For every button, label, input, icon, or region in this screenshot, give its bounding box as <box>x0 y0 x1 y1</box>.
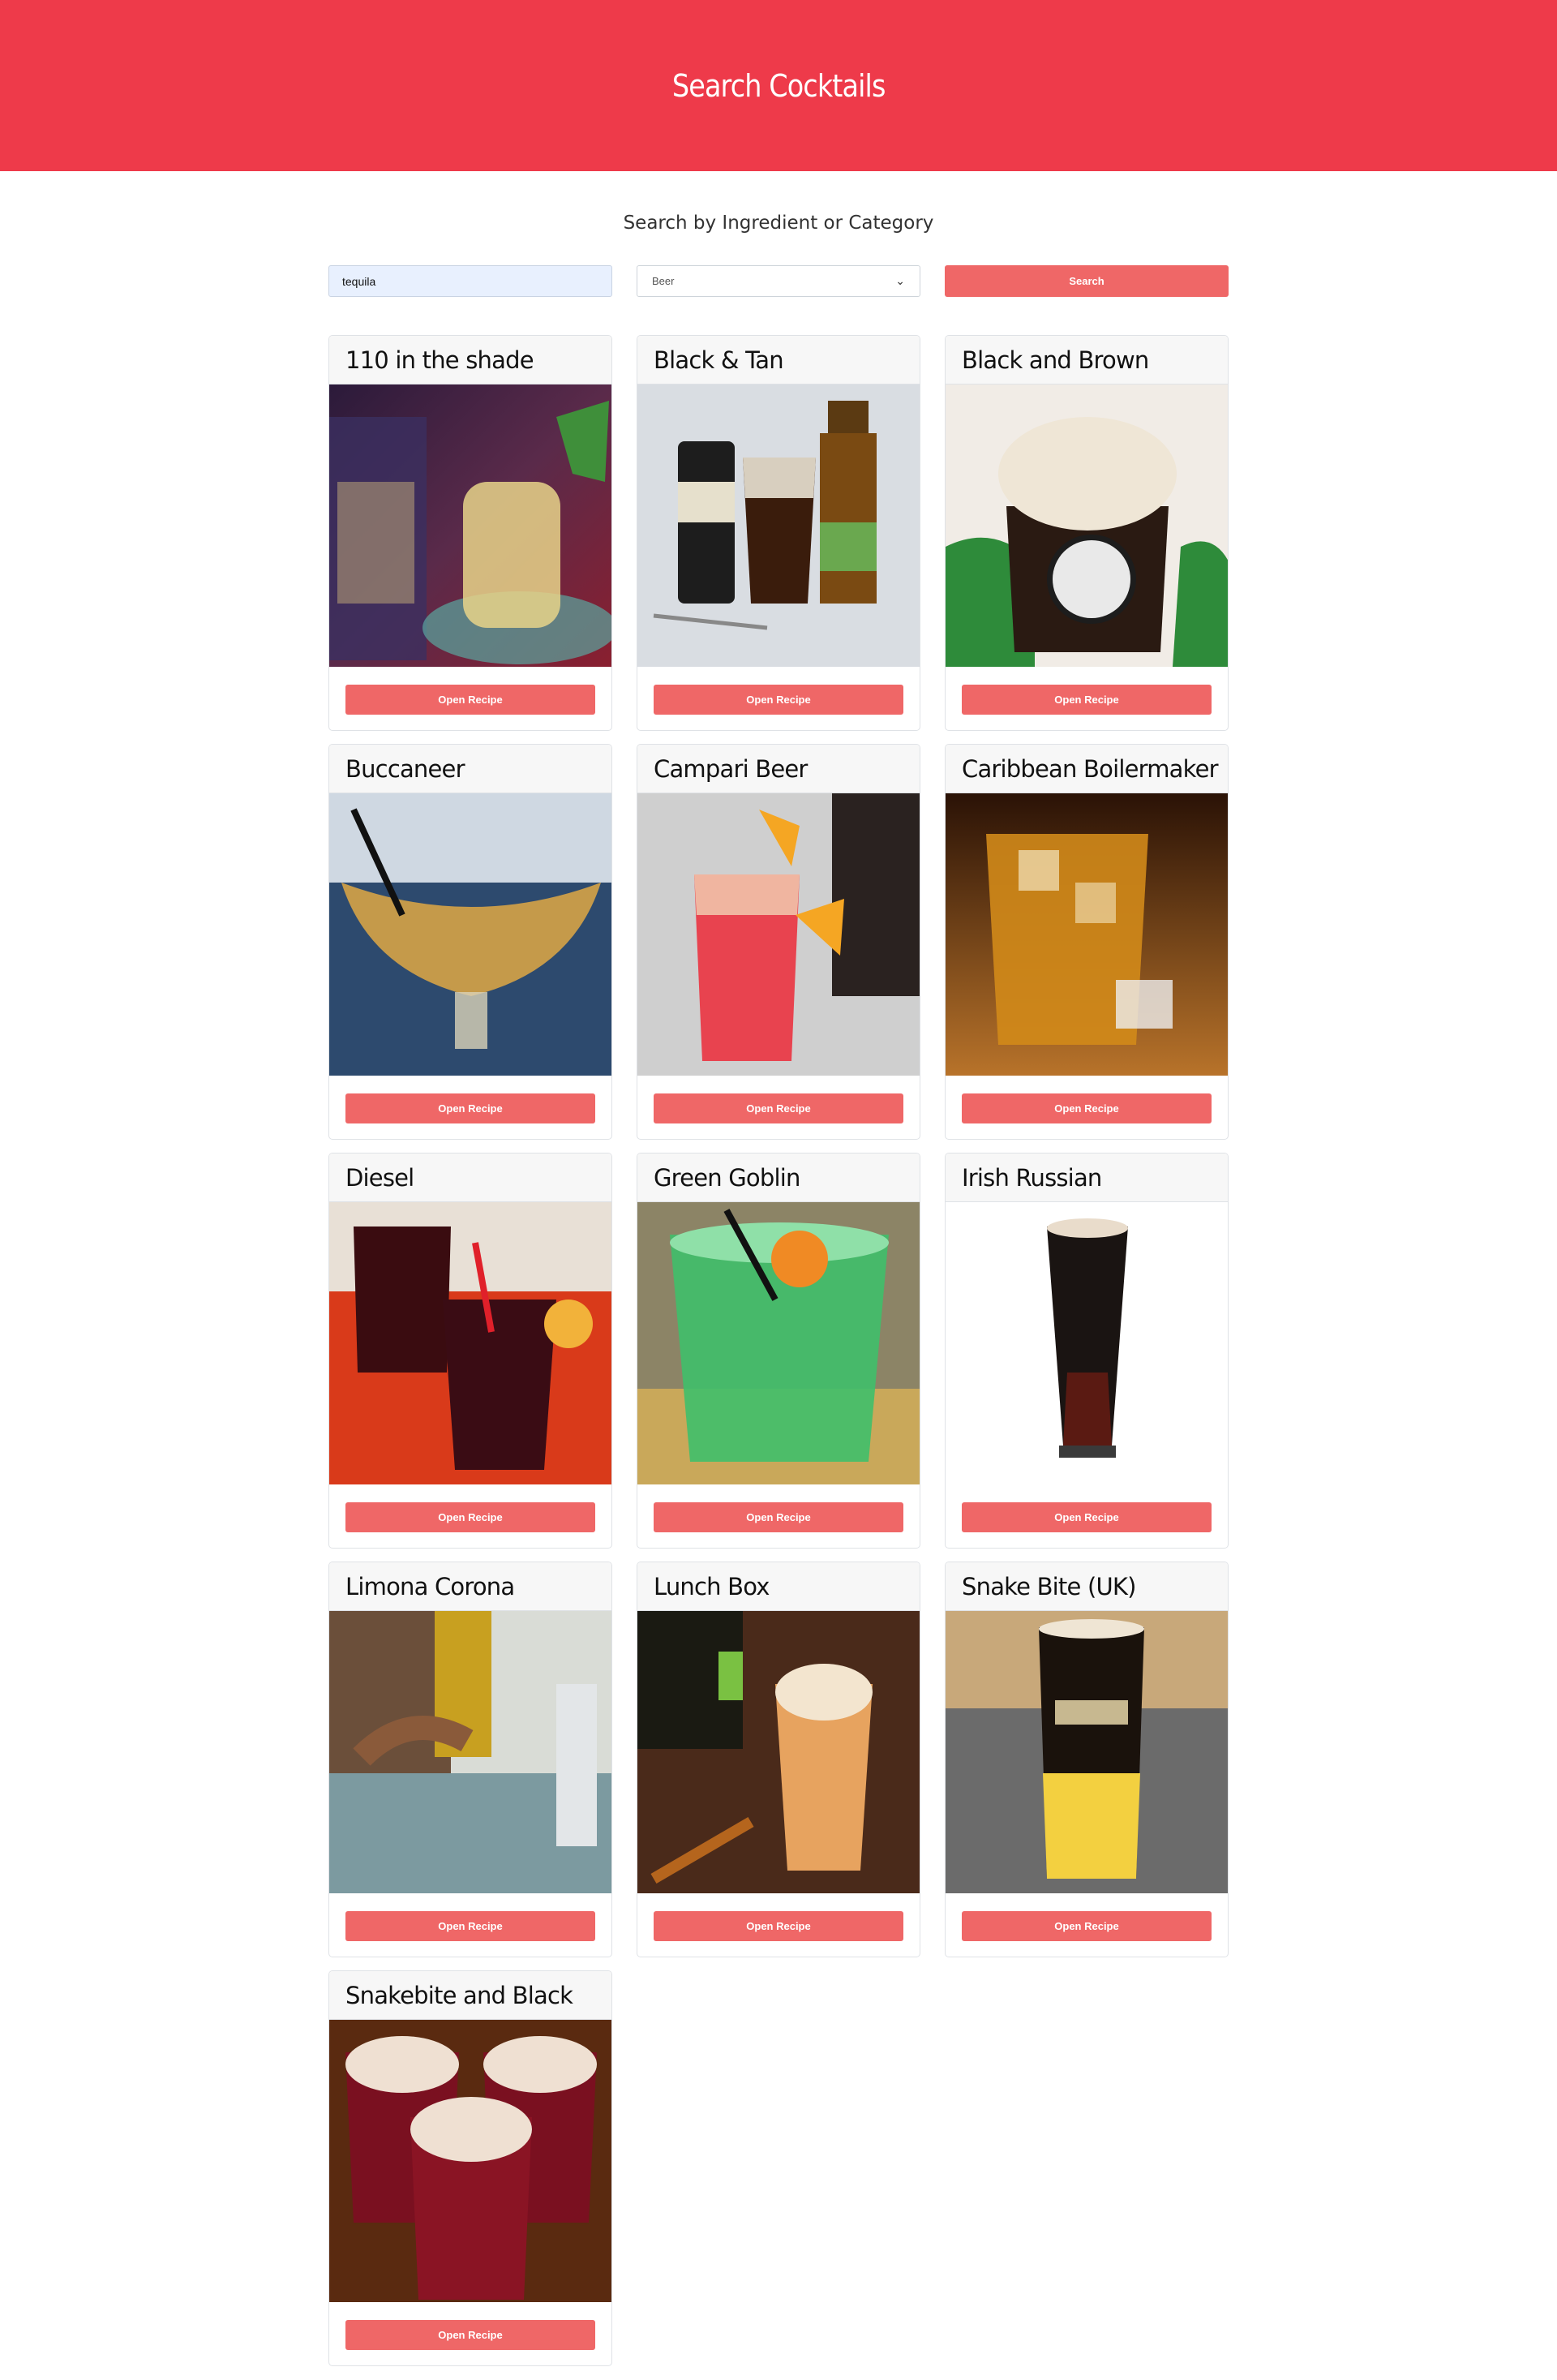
search-bar: Beer ⌄ Search <box>328 265 1229 298</box>
cocktail-image <box>329 1202 611 1484</box>
cocktail-image <box>637 793 920 1076</box>
card-title: Irish Russian <box>946 1153 1228 1202</box>
search-button[interactable]: Search <box>945 265 1229 297</box>
open-recipe-button[interactable]: Open Recipe <box>654 1502 903 1532</box>
page-header: Search Cocktails <box>0 0 1557 171</box>
category-select-value: Beer <box>652 275 675 287</box>
cocktail-card: Caribbean Boilermaker Open Recipe <box>945 744 1229 1140</box>
cocktail-card: Campari Beer Open Recipe <box>637 744 920 1140</box>
card-title: Caribbean Boilermaker <box>946 745 1228 793</box>
cocktail-card: Black & Tan Open Recipe <box>637 335 920 731</box>
search-subtitle: Search by Ingredient or Category <box>623 213 934 234</box>
open-recipe-button[interactable]: Open Recipe <box>962 1911 1212 1941</box>
open-recipe-button[interactable]: Open Recipe <box>962 1502 1212 1532</box>
open-recipe-button[interactable]: Open Recipe <box>345 1502 595 1532</box>
cocktail-image <box>946 793 1228 1076</box>
card-title: Black and Brown <box>946 336 1228 384</box>
category-select[interactable]: Beer ⌄ <box>637 265 920 297</box>
cocktail-image <box>329 793 611 1076</box>
card-title: Snake Bite (UK) <box>946 1562 1228 1611</box>
cocktail-image <box>946 1202 1228 1484</box>
cocktail-card: Green Goblin Open Recipe <box>637 1153 920 1549</box>
cocktail-card: Snakebite and Black Open Recipe <box>328 1970 612 2366</box>
chevron-down-icon: ⌄ <box>895 274 905 287</box>
open-recipe-button[interactable]: Open Recipe <box>654 685 903 715</box>
cocktail-card: Snake Bite (UK) Open Recipe <box>945 1562 1229 1957</box>
cocktail-image <box>946 1611 1228 1893</box>
cocktail-image <box>329 384 611 667</box>
cocktail-card: Lunch Box Open Recipe <box>637 1562 920 1957</box>
open-recipe-button[interactable]: Open Recipe <box>654 1093 903 1123</box>
cocktail-card: Diesel Open Recipe <box>328 1153 612 1549</box>
card-title: Snakebite and Black <box>329 1971 611 2020</box>
card-title: Campari Beer <box>637 745 920 793</box>
card-title: Black & Tan <box>637 336 920 384</box>
card-title: 110 in the shade <box>329 336 611 384</box>
cocktail-card: Irish Russian Open Recipe <box>945 1153 1229 1549</box>
card-title: Limona Corona <box>329 1562 611 1611</box>
open-recipe-button[interactable]: Open Recipe <box>345 2320 595 2350</box>
cocktail-card: Buccaneer Open Recipe <box>328 744 612 1140</box>
card-title: Green Goblin <box>637 1153 920 1202</box>
card-title: Lunch Box <box>637 1562 920 1611</box>
cocktail-card: 110 in the shade Open Recipe <box>328 335 612 731</box>
page-title: Search Cocktails <box>671 67 886 104</box>
card-title: Diesel <box>329 1153 611 1202</box>
cocktail-image <box>329 2020 611 2302</box>
cocktail-image <box>329 1611 611 1893</box>
open-recipe-button[interactable]: Open Recipe <box>345 1093 595 1123</box>
cocktail-card: Black and Brown Open Recipe <box>945 335 1229 731</box>
cocktail-image <box>637 1202 920 1484</box>
card-title: Buccaneer <box>329 745 611 793</box>
open-recipe-button[interactable]: Open Recipe <box>345 685 595 715</box>
cocktail-image <box>637 1611 920 1893</box>
search-input[interactable] <box>328 265 612 297</box>
open-recipe-button[interactable]: Open Recipe <box>345 1911 595 1941</box>
cocktail-card: Limona Corona Open Recipe <box>328 1562 612 1957</box>
cocktail-image <box>637 384 920 667</box>
open-recipe-button[interactable]: Open Recipe <box>654 1911 903 1941</box>
open-recipe-button[interactable]: Open Recipe <box>962 1093 1212 1123</box>
cocktail-image <box>946 384 1228 667</box>
open-recipe-button[interactable]: Open Recipe <box>962 685 1212 715</box>
